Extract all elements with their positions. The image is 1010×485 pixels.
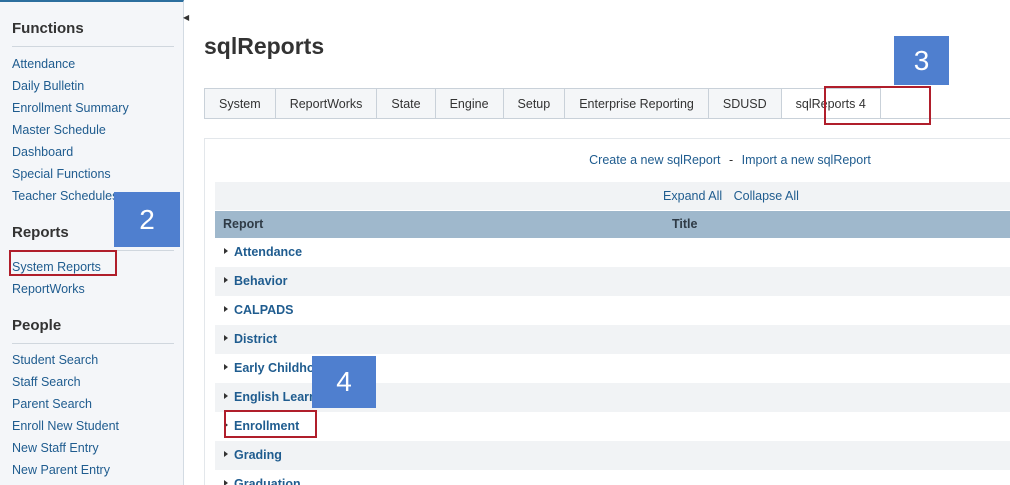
category-row-behavior[interactable]: Behavior <box>215 267 1010 296</box>
highlight-enrollment <box>224 410 317 438</box>
category-label[interactable]: Grading <box>234 448 282 462</box>
category-label[interactable]: CALPADS <box>234 303 294 317</box>
expand-caret-icon[interactable] <box>224 306 228 312</box>
import-sqlreport-link[interactable]: Import a new sqlReport <box>742 153 871 167</box>
tab-state[interactable]: State <box>376 88 435 119</box>
sidebar-item-teacher-schedules[interactable]: Teacher Schedules <box>12 189 118 203</box>
sidebar-item-new-staff-entry[interactable]: New Staff Entry <box>12 441 99 455</box>
sidebar-item-enrollment-summary[interactable]: Enrollment Summary <box>12 101 129 115</box>
sidebar-item-parent-search[interactable]: Parent Search <box>12 397 92 411</box>
sidebar-item-dashboard[interactable]: Dashboard <box>12 145 73 159</box>
expand-caret-icon[interactable] <box>224 335 228 341</box>
sidebar-item-reportworks[interactable]: ReportWorks <box>12 282 85 296</box>
create-sqlreport-link[interactable]: Create a new sqlReport <box>589 153 720 167</box>
reports-heading: Reports <box>12 224 69 241</box>
sidebar-item-daily-bulletin[interactable]: Daily Bulletin <box>12 79 84 93</box>
sidebar-item-student-search[interactable]: Student Search <box>12 353 98 367</box>
category-row-district[interactable]: District <box>215 325 1010 354</box>
highlight-system-reports <box>9 250 117 276</box>
sidebar-item-attendance[interactable]: Attendance <box>12 57 75 71</box>
sidebar-item-enroll-new-student[interactable]: Enroll New Student <box>12 419 119 433</box>
sidebar-item-staff-search[interactable]: Staff Search <box>12 375 81 389</box>
expand-caret-icon[interactable] <box>224 451 228 457</box>
functions-heading: Functions <box>12 20 84 37</box>
tab-bar: System ReportWorks State Engine Setup En… <box>204 88 881 119</box>
divider <box>12 46 174 47</box>
column-header-report[interactable]: Report <box>223 211 263 238</box>
step-badge-4: 4 <box>312 356 376 408</box>
collapse-sidebar-icon[interactable]: ◀ <box>183 12 191 24</box>
expand-caret-icon[interactable] <box>224 480 228 485</box>
category-label[interactable]: Graduation <box>234 477 301 485</box>
category-row-attendance[interactable]: Attendance <box>215 238 1010 267</box>
sidebar-item-special-functions[interactable]: Special Functions <box>12 167 111 181</box>
sqlreports-panel: Create a new sqlReport - Import a new sq… <box>204 138 1010 485</box>
column-header-title[interactable]: Title <box>672 211 697 238</box>
app-window: Functions Attendance Daily Bulletin Enro… <box>0 0 1010 485</box>
category-row-enrollment[interactable]: Enrollment <box>215 412 1010 441</box>
expand-all-link[interactable]: Expand All <box>663 189 722 203</box>
category-row-graduation[interactable]: Graduation <box>215 470 1010 485</box>
link-separator: - <box>728 153 734 167</box>
tab-setup[interactable]: Setup <box>502 88 565 119</box>
expand-collapse-bar: Expand All Collapse All <box>215 182 1010 210</box>
expand-caret-icon[interactable] <box>224 393 228 399</box>
category-label[interactable]: Attendance <box>234 245 302 259</box>
tab-engine[interactable]: Engine <box>434 88 503 119</box>
expand-caret-icon[interactable] <box>224 277 228 283</box>
divider <box>12 343 174 344</box>
create-import-row: Create a new sqlReport - Import a new sq… <box>205 153 1010 167</box>
tab-sdusd[interactable]: SDUSD <box>707 88 781 119</box>
sidebar-item-new-parent-entry[interactable]: New Parent Entry <box>12 463 110 477</box>
tab-enterprise-reporting[interactable]: Enterprise Reporting <box>564 88 708 119</box>
collapse-all-link[interactable]: Collapse All <box>734 189 799 203</box>
tab-reportworks[interactable]: ReportWorks <box>274 88 377 119</box>
step-badge-3: 3 <box>894 36 949 85</box>
category-row-calpads[interactable]: CALPADS <box>215 296 1010 325</box>
people-heading: People <box>12 317 62 334</box>
expand-caret-icon[interactable] <box>224 364 228 370</box>
tab-system[interactable]: System <box>204 88 275 119</box>
page-title: sqlReports <box>204 33 325 59</box>
expand-caret-icon[interactable] <box>224 248 228 254</box>
category-label[interactable]: District <box>234 332 277 346</box>
table-header: Report Title <box>215 211 1010 238</box>
category-row-grading[interactable]: Grading <box>215 441 1010 470</box>
category-label[interactable]: Behavior <box>234 274 288 288</box>
sidebar-item-master-schedule[interactable]: Master Schedule <box>12 123 106 137</box>
step-badge-2: 2 <box>114 192 180 247</box>
highlight-sqlreports-tab <box>824 86 931 125</box>
